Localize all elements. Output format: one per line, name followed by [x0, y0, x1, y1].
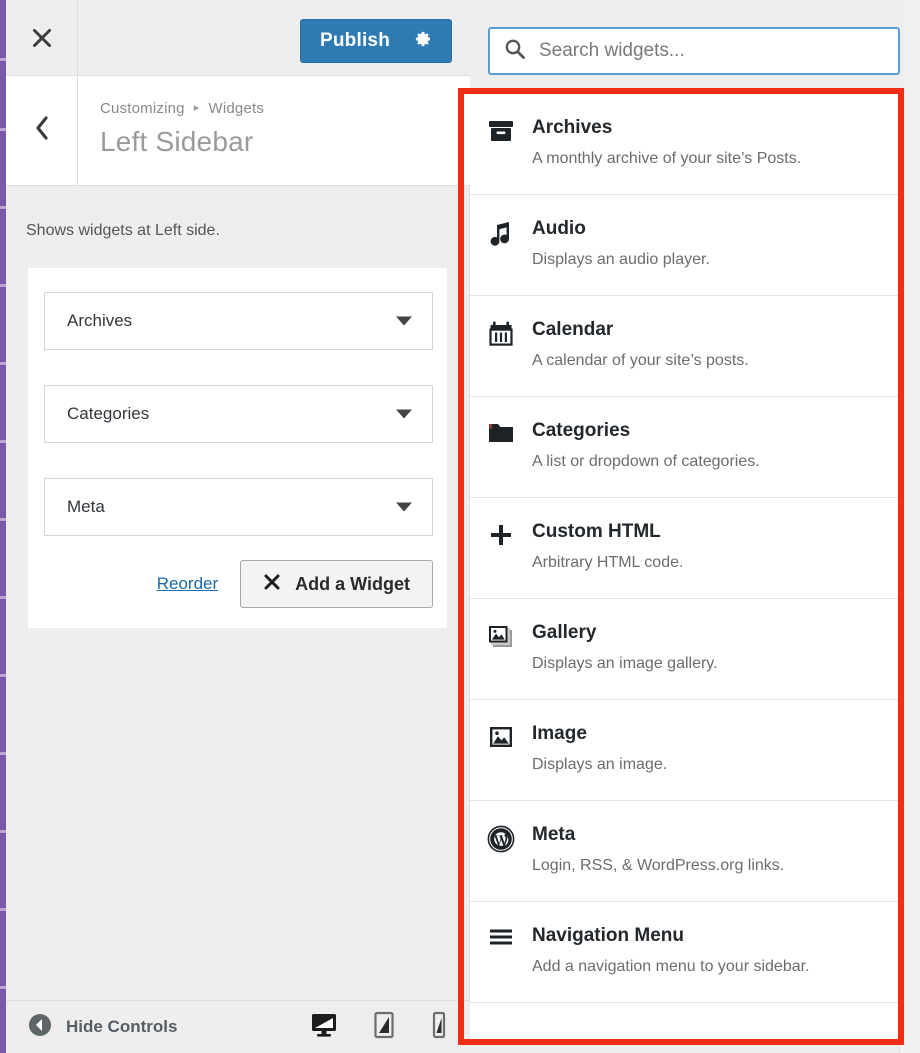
available-widget-text: Custom HTML Arbitrary HTML code. — [532, 520, 899, 580]
chevron-down-icon[interactable] — [396, 409, 412, 419]
available-widget-meta[interactable]: Meta Login, RSS, & WordPress.org links. — [470, 801, 899, 902]
available-widget-description: Displays an image gallery. — [532, 654, 718, 672]
widget-card-actions: Reorder Add a Widget — [44, 560, 433, 608]
available-widget-text: Image Displays an image. — [532, 722, 899, 782]
customizer-panel: Publish Customizing ▸ Widgets Left Sideb… — [6, 0, 470, 1053]
customizer-header: Publish — [6, 0, 470, 76]
widget-row-archives[interactable]: Archives — [44, 292, 433, 350]
available-widget-name: Navigation Menu — [532, 925, 685, 946]
widget-row-label: Meta — [67, 497, 105, 516]
available-widget-description: Displays an image. — [532, 755, 668, 773]
search-area — [470, 0, 920, 91]
back-button[interactable] — [6, 76, 78, 185]
available-widget-text: Calendar A calendar of your site’s posts… — [532, 318, 899, 378]
customizer-screen: Publish Customizing ▸ Widgets Left Sideb… — [0, 0, 920, 1053]
available-widget-image[interactable]: Image Displays an image. — [470, 700, 899, 801]
folder-icon — [470, 419, 532, 479]
close-customizer-button[interactable] — [6, 0, 78, 75]
available-widget-description: Displays an audio player. — [532, 250, 710, 268]
device-preview-buttons — [310, 1001, 448, 1053]
available-widget-name: Categories — [532, 420, 631, 441]
breadcrumb-root[interactable]: Customizing — [100, 100, 185, 117]
available-widget-name: Meta — [532, 824, 576, 845]
widget-row-label: Categories — [67, 404, 150, 423]
plus-icon — [470, 520, 532, 580]
available-widget-text: Navigation Menu Add a navigation menu to… — [532, 924, 899, 984]
widget-row-meta[interactable]: Meta — [44, 478, 433, 536]
publish-label: Publish — [319, 30, 390, 51]
desktop-icon[interactable] — [310, 1012, 338, 1043]
calendar-icon — [470, 318, 532, 378]
available-widget-name: Audio — [532, 218, 586, 239]
available-widget-name: Calendar — [532, 319, 614, 340]
available-widget-name: Custom HTML — [532, 521, 661, 542]
chevron-left-icon — [33, 115, 51, 146]
image-icon — [470, 722, 532, 782]
tablet-icon[interactable] — [372, 1011, 396, 1044]
search-widgets-box[interactable] — [488, 27, 900, 75]
page-title: Left Sidebar — [100, 126, 254, 157]
available-widget-archives[interactable]: Archives A monthly archive of your site’… — [470, 94, 899, 195]
breadcrumb-current: Widgets — [208, 100, 265, 117]
available-widget-name: Archives — [532, 117, 613, 138]
chevron-down-icon[interactable] — [396, 502, 412, 512]
reorder-link[interactable]: Reorder — [157, 574, 218, 594]
add-widget-button[interactable]: Add a Widget — [240, 560, 433, 608]
wordpress-logo-icon — [470, 823, 532, 883]
music-note-icon — [470, 217, 532, 277]
available-widget-description: Arbitrary HTML code. — [532, 553, 684, 571]
available-widget-name: Gallery — [532, 622, 597, 643]
widget-row-categories[interactable]: Categories — [44, 385, 433, 443]
search-input[interactable] — [539, 40, 898, 62]
widget-row-label: Archives — [67, 311, 133, 330]
available-widget-text: Archives A monthly archive of your site’… — [532, 116, 899, 176]
available-widgets-panel: Archives A monthly archive of your site’… — [470, 0, 920, 1053]
available-widget-name: Image — [532, 723, 587, 744]
add-widget-label: Add a Widget — [295, 573, 410, 594]
available-widget-gallery[interactable]: Gallery Displays an image gallery. — [470, 599, 899, 700]
preview-frame-edge — [904, 0, 920, 1053]
available-widget-description: A list or dropdown of categories. — [532, 452, 760, 470]
section-description: Shows widgets at Left side. — [26, 222, 220, 239]
available-widget-description: A monthly archive of your site’s Posts. — [532, 149, 802, 167]
mobile-icon[interactable] — [430, 1011, 448, 1044]
close-icon — [31, 27, 53, 49]
available-widget-text: Categories A list or dropdown of categor… — [532, 419, 899, 479]
available-widget-description: Login, RSS, & WordPress.org links. — [532, 856, 785, 874]
assigned-widgets-card: Archives Categories Meta Reorder Add a W… — [28, 268, 447, 628]
gallery-icon — [470, 621, 532, 681]
chevron-down-icon[interactable] — [396, 316, 412, 326]
search-icon — [504, 38, 526, 65]
available-widget-navigation-menu[interactable]: Navigation Menu Add a navigation menu to… — [470, 902, 899, 1003]
customizer-title-row: Customizing ▸ Widgets Left Sidebar — [6, 76, 470, 186]
hamburger-menu-icon — [470, 924, 532, 984]
available-widget-description: A calendar of your site’s posts. — [532, 351, 749, 369]
breadcrumb-separator: ▸ — [193, 102, 200, 114]
available-widget-text: Gallery Displays an image gallery. — [532, 621, 899, 681]
available-widget-calendar[interactable]: Calendar A calendar of your site’s posts… — [470, 296, 899, 397]
available-widget-categories[interactable]: Categories A list or dropdown of categor… — [470, 397, 899, 498]
breadcrumb: Customizing ▸ Widgets — [100, 100, 264, 117]
customizer-footer: Hide Controls — [6, 1000, 470, 1053]
available-widget-description: Add a navigation menu to your sidebar. — [532, 957, 810, 975]
available-widget-custom-html[interactable]: Custom HTML Arbitrary HTML code. — [470, 498, 899, 599]
gear-icon[interactable] — [412, 29, 432, 54]
hide-controls-button[interactable]: Hide Controls — [28, 1013, 177, 1042]
available-widget-text: Audio Displays an audio player. — [532, 217, 899, 277]
collapse-left-icon — [28, 1013, 52, 1042]
available-widgets-list: Archives A monthly archive of your site’… — [470, 94, 899, 1039]
available-widget-audio[interactable]: Audio Displays an audio player. — [470, 195, 899, 296]
hide-controls-label: Hide Controls — [66, 1017, 178, 1036]
close-x-icon — [263, 573, 281, 596]
archive-box-icon — [470, 116, 532, 176]
publish-button[interactable]: Publish — [300, 19, 452, 63]
available-widget-text: Meta Login, RSS, & WordPress.org links. — [532, 823, 899, 883]
